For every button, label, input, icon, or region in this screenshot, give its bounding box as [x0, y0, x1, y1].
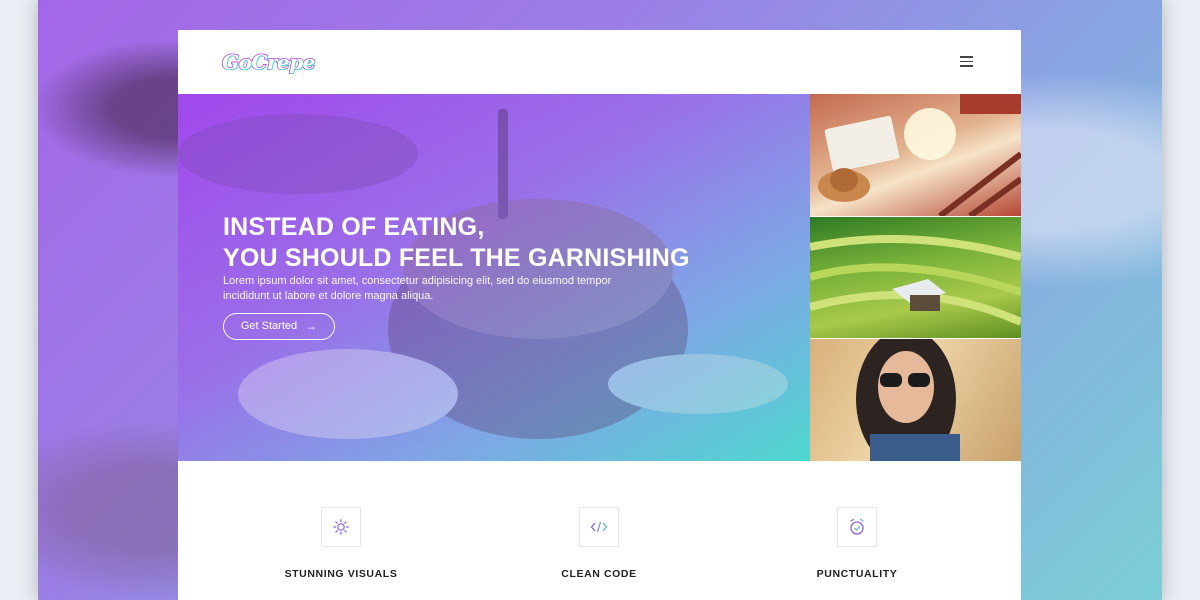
hero-title: INSTEAD OF EATING, YOU SHOULD FEEL THE G…	[223, 212, 783, 274]
feature-clean-code: CLEAN CODE	[519, 507, 679, 580]
hero-section: INSTEAD OF EATING, YOU SHOULD FEEL THE G…	[178, 94, 810, 461]
website-preview: GoCrepe INSTEAD OF EATING, YOU SHOULD FE…	[178, 30, 1021, 600]
photo-column	[810, 94, 1021, 461]
logo-text: GoCrepe	[221, 49, 316, 75]
features-section: STUNNING VISUALS CLEAN CODE PUNCTUALITY	[178, 461, 1021, 600]
hero-description: Lorem ipsum dolor sit amet, consectetur …	[223, 275, 612, 302]
site-header: GoCrepe	[178, 30, 1021, 94]
woman-sunglasses-photo	[810, 339, 1021, 461]
code-icon	[579, 507, 619, 547]
arrow-right-icon: →	[305, 319, 318, 333]
feature-stunning-visuals: STUNNING VISUALS	[261, 507, 421, 580]
feature-punctuality: PUNCTUALITY	[777, 507, 937, 580]
sun-icon	[321, 507, 361, 547]
get-started-button[interactable]: Get Started →	[223, 313, 335, 340]
hamburger-menu-icon[interactable]	[958, 52, 976, 70]
alarm-clock-icon	[837, 507, 877, 547]
feature-title: CLEAN CODE	[561, 568, 637, 580]
feature-title: PUNCTUALITY	[816, 568, 898, 580]
hero-title-line-1: INSTEAD OF EATING,	[223, 213, 485, 241]
feature-title: STUNNING VISUALS	[284, 568, 398, 580]
rice-terraces-photo	[810, 217, 1021, 338]
travel-map-photo	[810, 94, 1021, 216]
get-started-label: Get Started	[240, 320, 298, 332]
logo[interactable]: GoCrepe	[221, 46, 316, 78]
hero-title-line-2: YOU SHOULD FEEL THE GARNISHING	[223, 244, 690, 272]
